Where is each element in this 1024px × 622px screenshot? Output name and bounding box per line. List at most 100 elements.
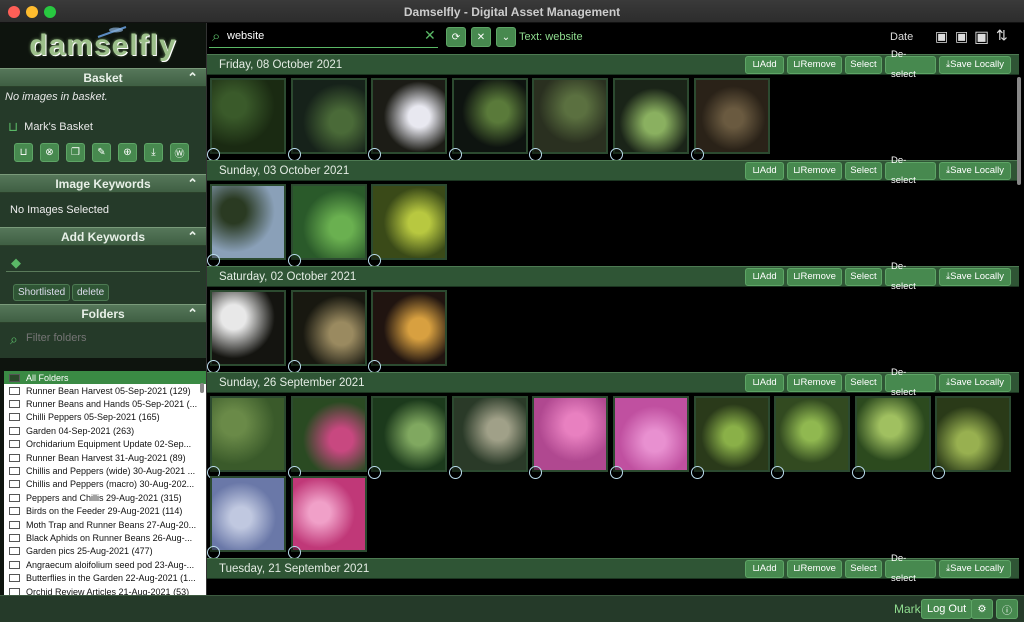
group-select-button[interactable]: Select	[845, 374, 882, 392]
group-add-button[interactable]: ⊔ Add	[745, 374, 784, 392]
folder-item[interactable]: Angraecum aloifolium seed pod 23-Aug-...	[4, 558, 206, 571]
folder-item[interactable]: Peppers and Chillis 29-Aug-2021 (315)	[4, 491, 206, 504]
add-circle-icon[interactable]: ⊕	[118, 143, 137, 162]
edit-icon[interactable]: ✎	[92, 143, 111, 162]
folder-item[interactable]: Chillis and Peppers (wide) 30-Aug-2021 .…	[4, 464, 206, 477]
image-thumbnail[interactable]	[210, 396, 286, 472]
folder-filter-input[interactable]	[26, 332, 196, 344]
group-save-button[interactable]: ⤓ Save Locally	[939, 560, 1011, 578]
download-icon[interactable]: ⤓	[144, 143, 163, 162]
folder-item[interactable]: Garden pics 25-Aug-2021 (477)	[4, 545, 206, 558]
image-thumbnail[interactable]	[290, 476, 367, 552]
folder-item[interactable]: Orchidarium Equipment Update 02-Sep...	[4, 438, 206, 451]
image-large-icon[interactable]: ▣	[974, 27, 989, 47]
app-logo[interactable]: damselfly	[0, 23, 206, 68]
group-deselect-button[interactable]: De-select	[885, 261, 936, 292]
image-thumbnail[interactable]	[210, 184, 286, 260]
group-remove-button[interactable]: ⊔ Remove	[787, 374, 842, 392]
image-thumbnail[interactable]	[290, 184, 367, 260]
chevron-up-icon[interactable]: ⌃	[187, 228, 198, 246]
group-add-button[interactable]: ⊔ Add	[745, 162, 784, 180]
select-circle[interactable]	[529, 466, 543, 479]
image-thumbnail[interactable]	[935, 396, 1012, 472]
select-circle[interactable]	[771, 466, 785, 479]
image-thumbnail[interactable]	[290, 396, 367, 472]
logout-button[interactable]: Log Out	[921, 599, 973, 619]
basket-selector[interactable]: ⊔ Mark's Basket	[8, 119, 93, 135]
image-thumbnail[interactable]	[451, 78, 528, 154]
folder-scrollbar[interactable]	[200, 383, 204, 393]
folder-item[interactable]: Butterflies in the Garden 22-Aug-2021 (1…	[4, 571, 206, 584]
folder-item[interactable]: Chillis and Peppers (macro) 30-Aug-202..…	[4, 478, 206, 491]
select-circle[interactable]	[610, 466, 623, 479]
settings-icon[interactable]: ⚙	[971, 599, 993, 619]
folder-item[interactable]: Runner Bean Harvest 31-Aug-2021 (89)	[4, 451, 206, 464]
add-keywords-header[interactable]: Add Keywords ⌃	[0, 227, 206, 246]
chevron-down-icon[interactable]: ⌄	[496, 27, 516, 47]
image-thumbnail[interactable]	[371, 184, 448, 260]
clear-filters-icon[interactable]: ✕	[471, 27, 491, 47]
group-add-button[interactable]: ⊔ Add	[745, 560, 784, 578]
folder-item[interactable]: Chilli Peppers 05-Sep-2021 (165)	[4, 411, 206, 424]
group-save-button[interactable]: ⤓ Save Locally	[939, 162, 1011, 180]
image-thumbnail[interactable]	[693, 396, 770, 472]
folder-item[interactable]: Moth Trap and Runner Beans 27-Aug-20...	[4, 518, 206, 531]
select-circle[interactable]	[932, 466, 946, 479]
image-thumbnail[interactable]	[371, 78, 448, 154]
chevron-up-icon[interactable]: ⌃	[187, 69, 198, 87]
group-remove-button[interactable]: ⊔ Remove	[787, 162, 842, 180]
chevron-up-icon[interactable]: ⌃	[187, 305, 198, 323]
group-deselect-button[interactable]: De-select	[885, 155, 936, 186]
keyword-chip[interactable]: delete	[72, 284, 110, 301]
image-thumbnail[interactable]	[774, 396, 851, 472]
image-thumbnail[interactable]	[854, 396, 931, 472]
folder-item-all[interactable]: All Folders	[4, 371, 206, 384]
basket-header[interactable]: Basket ⌃	[0, 68, 206, 87]
image-thumbnail[interactable]	[532, 396, 609, 472]
clear-search-icon[interactable]: ✕	[424, 27, 436, 44]
group-remove-button[interactable]: ⊔ Remove	[787, 268, 842, 286]
sort-order-icon[interactable]: ⇅	[996, 27, 1008, 44]
keyword-input-line[interactable]	[6, 271, 200, 272]
select-circle[interactable]	[690, 466, 704, 479]
image-thumbnail[interactable]	[613, 78, 689, 154]
info-icon[interactable]: ⓘ	[996, 599, 1018, 619]
group-save-button[interactable]: ⤓ Save Locally	[939, 268, 1011, 286]
folder-item[interactable]: Runner Beans and Hands 05-Sep-2021 (...	[4, 397, 206, 410]
search-input[interactable]	[227, 30, 427, 42]
image-medium-icon[interactable]: ▣	[955, 28, 968, 45]
group-remove-button[interactable]: ⊔ Remove	[787, 560, 842, 578]
image-keywords-header[interactable]: Image Keywords ⌃	[0, 174, 206, 193]
group-add-button[interactable]: ⊔ Add	[745, 56, 784, 74]
folders-header[interactable]: Folders ⌃	[0, 304, 206, 323]
group-add-button[interactable]: ⊔ Add	[745, 268, 784, 286]
folder-item[interactable]: Birds on the Feeder 29-Aug-2021 (114)	[4, 505, 206, 518]
group-select-button[interactable]: Select	[845, 268, 882, 286]
group-remove-button[interactable]: ⊔ Remove	[787, 56, 842, 74]
group-select-button[interactable]: Select	[845, 56, 882, 74]
sort-label[interactable]: Date	[890, 31, 913, 43]
refresh-icon[interactable]: ⟳	[446, 27, 466, 47]
group-deselect-button[interactable]: De-select	[885, 49, 936, 80]
folder-item[interactable]: Runner Bean Harvest 05-Sep-2021 (129)	[4, 384, 206, 397]
group-select-button[interactable]: Select	[845, 162, 882, 180]
copy-icon[interactable]: ❐	[66, 143, 85, 162]
chevron-up-icon[interactable]: ⌃	[187, 175, 198, 193]
basket-icon[interactable]: ⊔	[14, 143, 33, 162]
clear-icon[interactable]: ⊗	[40, 143, 59, 162]
main-scrollbar[interactable]	[1017, 77, 1021, 185]
image-thumbnail[interactable]	[371, 290, 448, 366]
group-select-button[interactable]: Select	[845, 560, 882, 578]
image-thumbnail[interactable]	[613, 396, 689, 472]
image-thumbnail[interactable]	[290, 78, 367, 154]
group-save-button[interactable]: ⤓ Save Locally	[939, 56, 1011, 74]
image-thumbnail[interactable]	[371, 396, 448, 472]
image-thumbnail[interactable]	[210, 476, 286, 552]
image-thumbnail[interactable]	[210, 78, 286, 154]
keyword-chip[interactable]: Shortlisted	[13, 284, 71, 301]
group-deselect-button[interactable]: De-select	[885, 553, 936, 584]
select-circle[interactable]	[448, 466, 462, 479]
folder-item[interactable]: Black Aphids on Runner Beans 26-Aug-...	[4, 531, 206, 544]
group-save-button[interactable]: ⤓ Save Locally	[939, 374, 1011, 392]
select-circle[interactable]	[851, 466, 865, 479]
